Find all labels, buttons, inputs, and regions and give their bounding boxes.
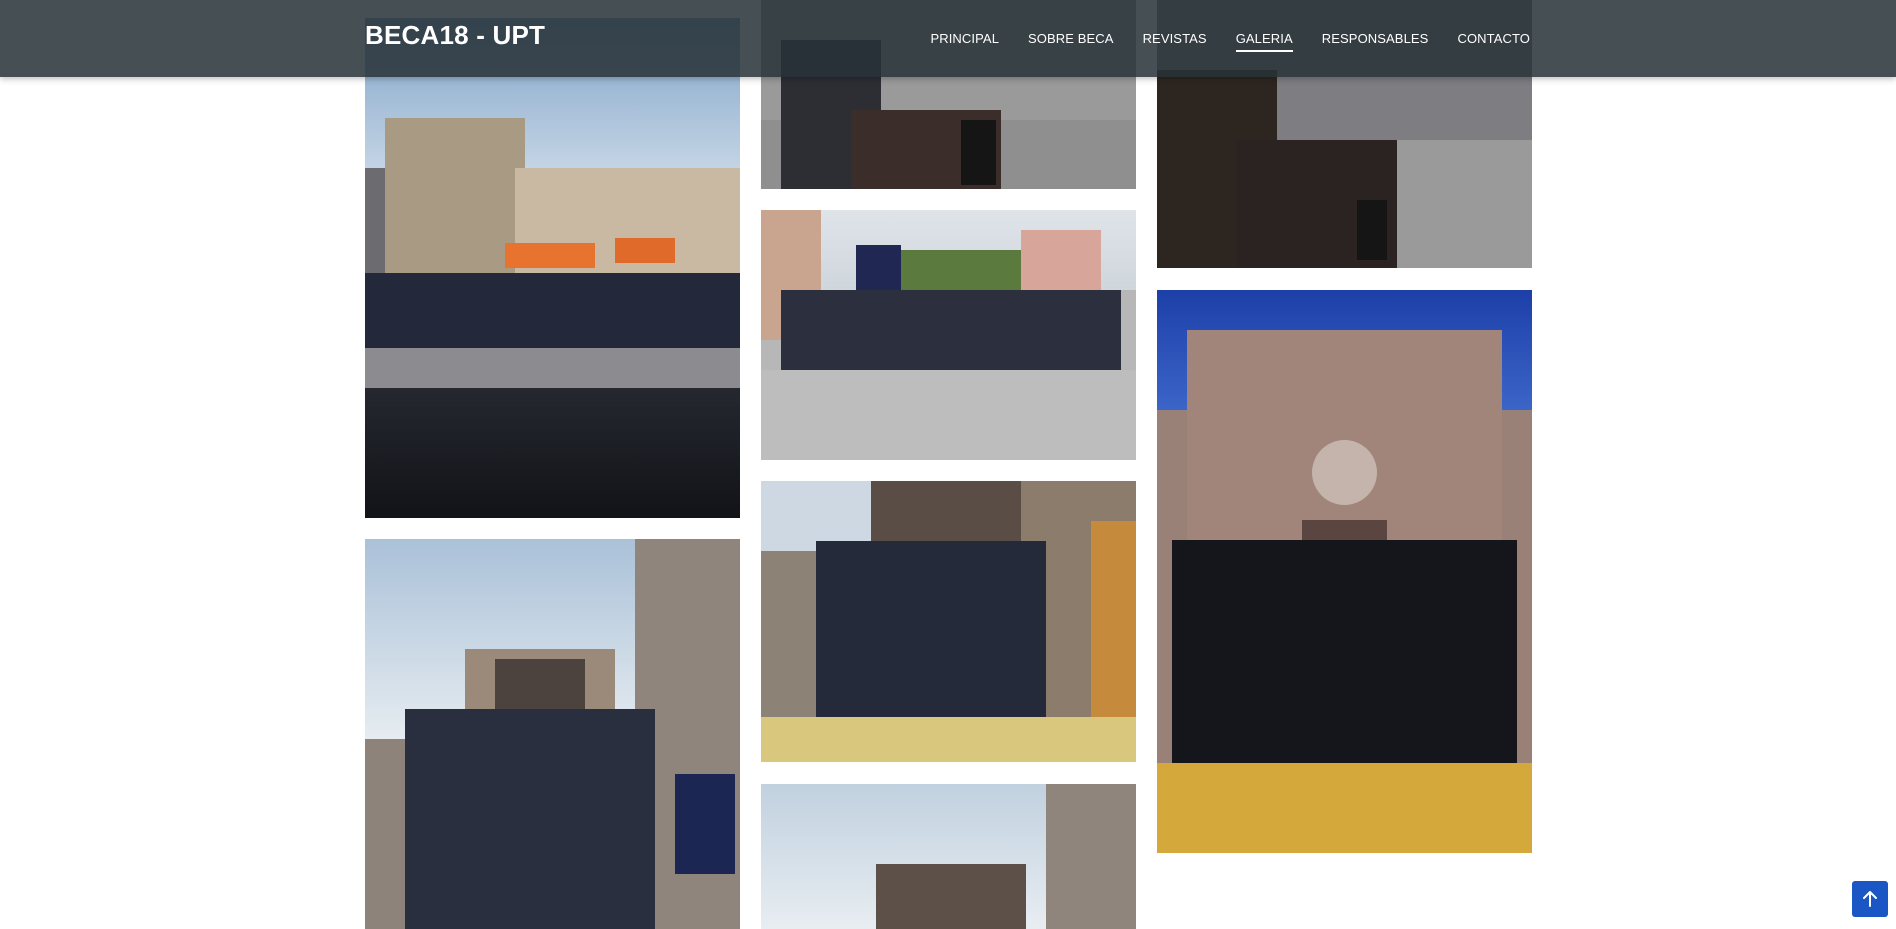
back-to-top-button[interactable] <box>1852 881 1888 917</box>
nav-item-sobre-beca: SOBRE BECA <box>1028 25 1114 52</box>
nav-link-principal[interactable]: PRINCIPAL <box>930 25 999 52</box>
nav-item-contacto: CONTACTO <box>1457 25 1530 52</box>
brand-logo-text[interactable]: BECA18 - UPT <box>365 20 545 51</box>
gallery-photo-parade-banner-march[interactable] <box>761 210 1136 460</box>
gallery-photo-group-photo-church-steps[interactable] <box>365 539 740 929</box>
nav-link-contacto[interactable]: CONTACTO <box>1457 25 1530 52</box>
nav-link-revistas[interactable]: REVISTAS <box>1143 25 1207 52</box>
gallery-photo-church-gate-sky[interactable] <box>761 784 1136 929</box>
nav-item-galeria: GALERIA <box>1235 25 1293 52</box>
nav-link-responsables[interactable]: RESPONSABLES <box>1322 25 1429 52</box>
nav-item-responsables: RESPONSABLES <box>1322 25 1429 52</box>
nav-item-principal: PRINCIPAL <box>930 25 999 52</box>
main-nav: PRINCIPAL SOBRE BECA REVISTAS GALERIA RE… <box>930 0 1530 77</box>
gallery-photo-parade-street-march[interactable] <box>365 18 740 518</box>
gallery-photo-five-students-cathedral[interactable] <box>1157 290 1532 853</box>
arrow-up-icon <box>1863 891 1877 907</box>
gallery-photo-group-photo-church-door[interactable] <box>761 481 1136 762</box>
top-navbar: BECA18 - UPT PRINCIPAL SOBRE BECA REVIST… <box>0 0 1896 77</box>
nav-item-revistas: REVISTAS <box>1143 25 1207 52</box>
nav-link-galeria[interactable]: GALERIA <box>1235 25 1293 52</box>
nav-link-sobre-beca[interactable]: SOBRE BECA <box>1028 25 1114 52</box>
